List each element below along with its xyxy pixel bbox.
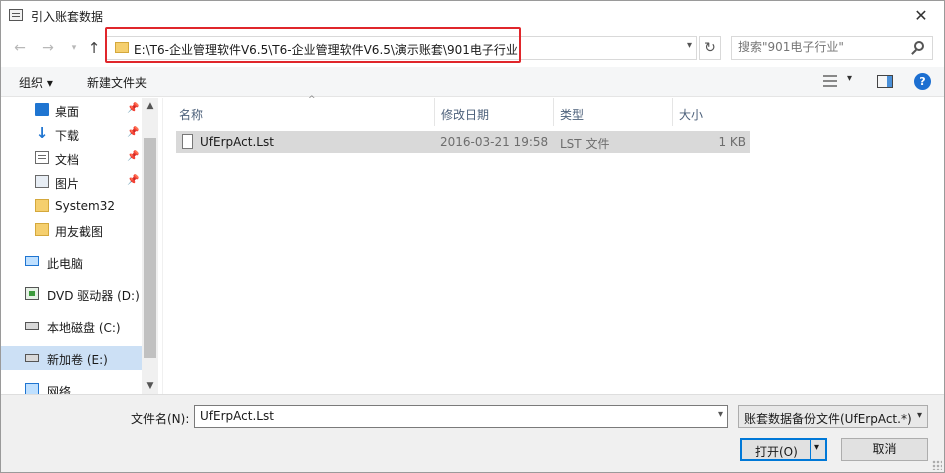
column-header-label: 修改日期 [441,108,490,122]
filename-input[interactable] [200,409,700,423]
pin-icon: 📌 [127,127,140,138]
sidebar-item-label: 下载 [55,129,80,143]
chevron-down-icon[interactable]: ▾ [814,442,819,453]
sidebar-item-label: 图片 [55,177,80,191]
pictures-icon [35,175,49,188]
chevron-down-icon: ▾ [847,73,853,84]
sidebar-item-network[interactable]: 网络 [1,378,142,394]
window-title: 引入账套数据 [31,10,104,24]
chevron-down-icon[interactable]: ▾ [687,40,692,51]
column-header-name[interactable]: 名称 ^ [173,95,435,126]
navigation-scrollbar[interactable]: ▲ ▼ [142,98,158,394]
chevron-down-icon[interactable]: ▾ [718,409,723,420]
title-bar: 引入账套数据 ✕ [1,1,944,31]
column-header-label: 大小 [679,108,704,122]
disk-icon [25,322,39,330]
search-box[interactable] [731,36,933,60]
folder-icon [35,223,49,236]
file-modified-date: 2016-03-21 19:58 [440,135,549,149]
change-view-button[interactable]: ▾ [823,73,859,92]
filename-combobox[interactable]: ▾ [194,405,728,428]
sidebar-item-label: 文档 [55,153,80,167]
column-header-date[interactable]: 修改日期 [435,98,554,126]
scroll-up-icon[interactable]: ▲ [142,98,158,114]
address-bar[interactable]: E:\T6-企业管理软件V6.5\T6-企业管理软件V6.5\演示账套\901电… [105,36,697,60]
open-button-label: 打开(O) [755,445,798,459]
sidebar-item-new-volume-e[interactable]: 新加卷 (E:) [1,346,142,370]
file-icon [182,134,193,149]
file-type-select[interactable]: 账套数据备份文件(UfErpAct.*) ▾ [738,405,928,428]
open-button[interactable]: 打开(O) ▾ [740,438,827,461]
recent-locations-chevron-icon[interactable]: ▾ [65,38,83,58]
filename-label: 文件名(N): [131,412,190,426]
preview-pane-icon[interactable] [877,75,893,88]
pin-icon: 📌 [127,151,140,162]
network-icon [25,383,39,394]
search-icon[interactable] [914,41,924,51]
sidebar-item-label: 网络 [47,385,72,394]
sidebar-item-this-pc[interactable]: 此电脑 [1,250,142,274]
sidebar-item-documents[interactable]: 文档 📌 [1,146,142,170]
folder-icon [35,199,49,212]
file-name: UfErpAct.Lst [200,135,274,149]
computer-icon [25,256,39,266]
sidebar-item-label: 新加卷 (E:) [47,353,108,367]
file-size: 1 KB [718,135,746,149]
download-icon: ↓ [35,124,49,142]
organize-menu-button[interactable]: 组织 ▾ [19,74,53,91]
column-header-type[interactable]: 类型 [554,98,673,126]
file-row[interactable]: UfErpAct.Lst 2016-03-21 19:58 LST 文件 1 K… [176,131,750,153]
file-type: LST 文件 [560,137,610,151]
sidebar-item-pictures[interactable]: 图片 📌 [1,170,142,194]
column-header-label: 名称 [179,108,204,122]
resize-grip-icon[interactable] [932,460,942,470]
sidebar-item-screenshots[interactable]: 用友截图 [1,218,142,242]
split-divider [810,440,811,459]
sidebar-item-label: 本地磁盘 (C:) [47,321,121,335]
folder-icon [115,42,129,53]
sidebar-item-label: 桌面 [55,105,80,119]
scroll-down-icon[interactable]: ▼ [142,378,158,394]
navigation-pane: 桌面 📌 ↓ 下载 📌 文档 📌 图片 📌 System32 用友截图 此电脑 … [1,98,158,394]
sidebar-item-label: System32 [55,199,116,213]
sidebar-item-system32[interactable]: System32 [1,194,142,218]
chevron-down-icon: ▾ [916,410,922,421]
refresh-icon[interactable]: ↻ [699,36,721,60]
cancel-button[interactable]: 取消 [841,438,928,461]
command-toolbar: 组织 ▾ 新建文件夹 ▾ ? [1,67,944,97]
dialog-footer: 文件名(N): ▾ 账套数据备份文件(UfErpAct.*) ▾ 打开(O) ▾… [1,394,944,472]
pin-icon: 📌 [127,175,140,186]
desktop-icon [35,103,49,116]
sidebar-item-label: DVD 驱动器 (D:) [47,289,140,303]
sidebar-item-desktop[interactable]: 桌面 📌 [1,98,142,122]
forward-arrow-icon[interactable]: → [39,38,57,58]
sidebar-item-local-disk-c[interactable]: 本地磁盘 (C:) [1,314,142,338]
column-header-label: 类型 [560,108,585,122]
sort-ascending-icon: ^ [308,95,316,105]
sidebar-item-label: 此电脑 [47,257,84,271]
dvd-drive-icon [25,287,39,300]
pin-icon: 📌 [127,103,140,114]
disk-icon [25,354,39,362]
open-file-dialog: 引入账套数据 ✕ ← → ▾ ↑ E:\T6-企业管理软件V6.5\T6-企业管… [0,0,945,473]
file-list: 名称 ^ 修改日期 类型 大小 UfErpAct.Lst 2016-03-21 … [162,95,944,394]
address-path[interactable]: E:\T6-企业管理软件V6.5\T6-企业管理软件V6.5\演示账套\901电… [134,41,518,58]
sidebar-item-label: 用友截图 [55,225,104,239]
sidebar-item-dvd-drive[interactable]: DVD 驱动器 (D:) [1,282,142,306]
back-arrow-icon[interactable]: ← [11,38,29,58]
up-arrow-icon[interactable]: ↑ [85,38,103,58]
document-icon [35,151,49,164]
new-folder-button[interactable]: 新建文件夹 [87,74,147,91]
details-view-icon [823,75,837,87]
column-header-size[interactable]: 大小 [673,98,751,126]
address-row: ← → ▾ ↑ E:\T6-企业管理软件V6.5\T6-企业管理软件V6.5\演… [1,27,944,64]
help-icon[interactable]: ? [914,73,931,90]
file-type-selected-value: 账套数据备份文件(UfErpAct.*) [744,412,912,426]
app-window-icon [9,9,23,21]
sidebar-item-downloads[interactable]: ↓ 下载 📌 [1,122,142,146]
scrollbar-thumb[interactable] [144,138,156,358]
search-input[interactable] [738,40,908,54]
close-button[interactable]: ✕ [898,1,944,31]
